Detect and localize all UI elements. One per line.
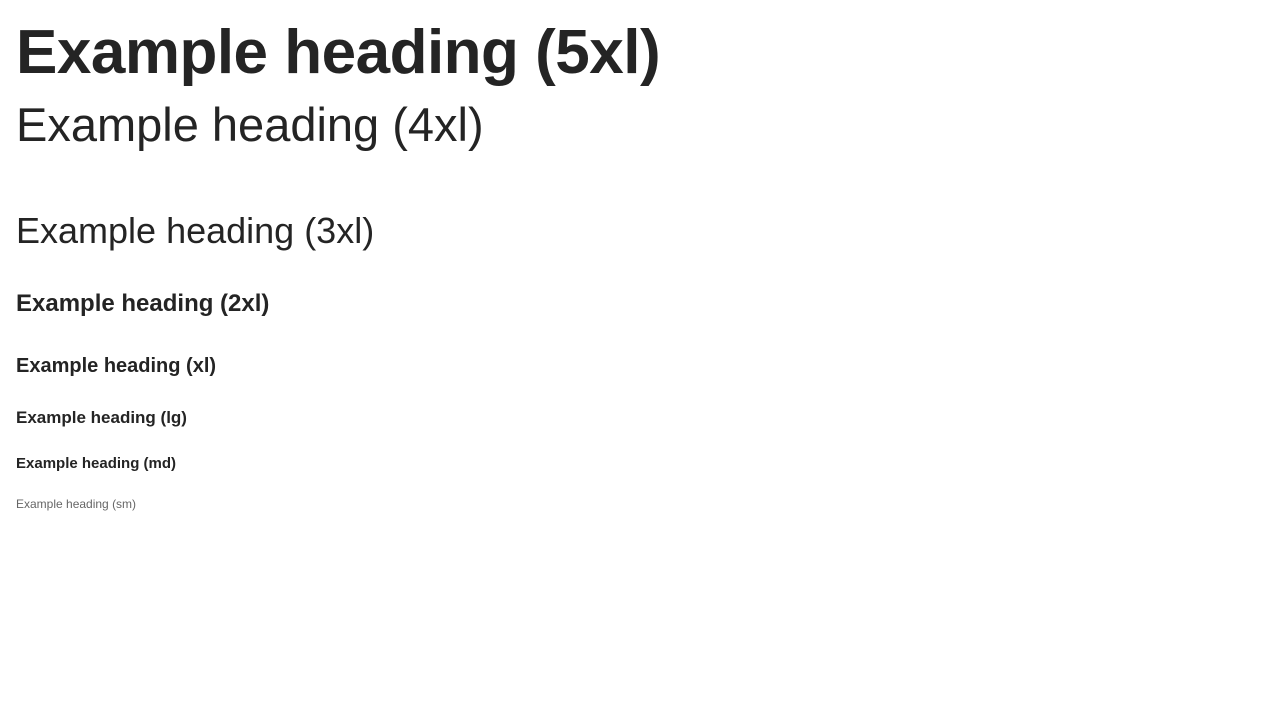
heading-5xl: Example heading (5xl): [16, 18, 661, 87]
heading-3xl: Example heading (3xl): [16, 210, 375, 251]
heading-sm: Example heading (sm): [16, 497, 137, 511]
heading-md: Example heading (md): [16, 455, 177, 472]
heading-2xl: Example heading (2xl): [16, 290, 270, 317]
heading-4xl: Example heading (4xl): [16, 98, 484, 151]
heading-xl: Example heading (xl): [16, 355, 217, 377]
heading-lg: Example heading (lg): [16, 408, 187, 427]
